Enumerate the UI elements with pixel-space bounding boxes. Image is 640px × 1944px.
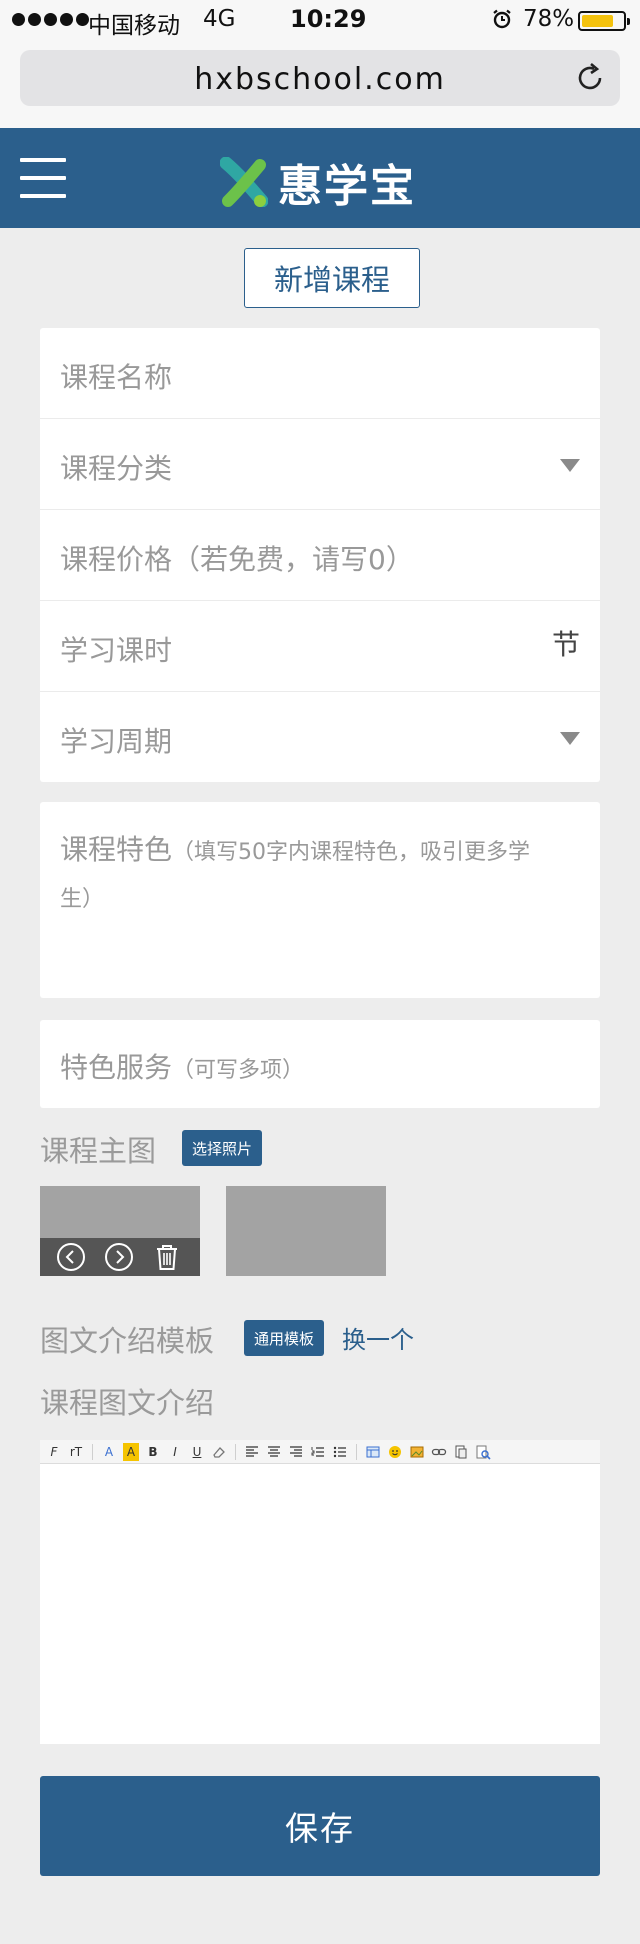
emoji-icon[interactable] <box>387 1443 403 1461</box>
paste-icon[interactable] <box>453 1443 469 1461</box>
toolbar-divider <box>92 1443 93 1460</box>
course-feature-textarea[interactable]: 课程特色（填写50字内课程特色，吸引更多学生） <box>40 802 600 998</box>
course-period-placeholder: 学习周期 <box>60 725 173 758</box>
preview-icon[interactable] <box>475 1443 491 1461</box>
hours-unit-label: 节 <box>551 628 580 661</box>
course-name-placeholder: 课程名称 <box>60 361 173 394</box>
status-time: 10:29 <box>290 5 367 33</box>
font-size-button[interactable]: rT <box>68 1443 84 1461</box>
special-service-hint: （可写多项） <box>172 1058 305 1083</box>
battery-icon <box>578 11 630 31</box>
bold-button[interactable]: B <box>145 1443 161 1461</box>
font-family-button[interactable]: F <box>46 1443 62 1461</box>
course-price-field[interactable]: 课程价格（若免费，请写0） <box>40 510 600 601</box>
chevron-down-icon <box>560 459 580 472</box>
course-price-placeholder: 课程价格（若免费，请写0） <box>60 543 414 576</box>
reload-icon[interactable] <box>574 62 606 94</box>
chevron-down-icon <box>560 732 580 745</box>
url-text[interactable]: hxbschool.com <box>20 62 620 97</box>
signal-strength-icon <box>12 13 89 26</box>
italic-button[interactable]: I <box>167 1443 183 1461</box>
editor-content-area[interactable] <box>40 1464 600 1744</box>
background-color-button[interactable]: A <box>123 1442 139 1461</box>
template-label: 图文介绍模板 <box>40 1324 215 1358</box>
move-right-icon[interactable] <box>104 1242 134 1272</box>
delete-icon[interactable] <box>152 1242 182 1272</box>
intro-label: 课程图文介绍 <box>40 1386 215 1420</box>
template-badge[interactable]: 通用模板 <box>244 1320 324 1356</box>
brand-name: 惠学宝 <box>278 161 416 212</box>
status-bar: 中国移动 4G 10:29 78% <box>0 0 640 40</box>
special-service-label: 特色服务 <box>60 1051 173 1084</box>
link-icon[interactable] <box>431 1443 447 1461</box>
eraser-icon[interactable] <box>211 1443 227 1461</box>
course-hours-placeholder: 学习课时 <box>60 634 173 667</box>
toolbar-divider <box>356 1443 357 1460</box>
course-category-placeholder: 课程分类 <box>60 452 173 485</box>
image-thumbnail[interactable] <box>40 1186 200 1276</box>
font-color-button[interactable]: A <box>101 1443 117 1461</box>
alarm-clock-icon <box>493 9 511 29</box>
image-icon[interactable] <box>409 1443 425 1461</box>
main-image-label: 课程主图 <box>40 1134 157 1168</box>
save-button[interactable]: 保存 <box>40 1776 600 1876</box>
course-period-select[interactable]: 学习周期 <box>40 692 600 783</box>
logo-mark-icon <box>220 157 268 207</box>
course-category-select[interactable]: 课程分类 <box>40 419 600 510</box>
address-bar[interactable]: hxbschool.com <box>20 50 620 106</box>
choose-photo-button[interactable]: 选择照片 <box>182 1130 262 1166</box>
special-service-placeholder: 特色服务（可写多项） <box>60 1046 304 1086</box>
course-feature-placeholder: 课程特色（填写50字内课程特色，吸引更多学生） <box>60 828 550 922</box>
carrier-name: 中国移动 <box>88 13 180 39</box>
align-right-icon[interactable] <box>288 1443 304 1461</box>
underline-button[interactable]: U <box>189 1443 205 1461</box>
course-feature-label: 课程特色 <box>60 833 173 866</box>
table-icon[interactable] <box>365 1443 381 1461</box>
switch-template-link[interactable]: 换一个 <box>342 1320 414 1355</box>
rich-text-editor: F rT A A B I U <box>40 1440 600 1744</box>
course-name-field[interactable]: 课程名称 <box>40 328 600 419</box>
browser-chrome: hxbschool.com <box>0 40 640 128</box>
thumbnail-controls <box>40 1238 200 1276</box>
network-type: 4G <box>203 6 236 32</box>
image-thumbnail-empty[interactable] <box>226 1186 386 1276</box>
course-form: 课程名称 课程分类 课程价格（若免费，请写0） 学习课时 节 学习周期 <box>40 328 600 782</box>
add-course-button[interactable]: 新增课程 <box>244 248 420 308</box>
align-left-icon[interactable] <box>244 1443 260 1461</box>
hamburger-menu-icon[interactable] <box>20 158 66 198</box>
brand-logo: 惠学宝 <box>220 150 416 214</box>
toolbar-divider <box>235 1443 236 1460</box>
course-hours-field[interactable]: 学习课时 节 <box>40 601 600 692</box>
unordered-list-icon[interactable] <box>332 1443 348 1461</box>
align-center-icon[interactable] <box>266 1443 282 1461</box>
special-service-field[interactable]: 特色服务（可写多项） <box>40 1020 600 1108</box>
app-header: 惠学宝 <box>0 128 640 228</box>
battery-level-fill <box>582 15 614 27</box>
move-left-icon[interactable] <box>56 1242 86 1272</box>
ordered-list-icon[interactable] <box>310 1443 326 1461</box>
battery-percent: 78% <box>523 6 575 32</box>
editor-toolbar: F rT A A B I U <box>40 1440 600 1464</box>
